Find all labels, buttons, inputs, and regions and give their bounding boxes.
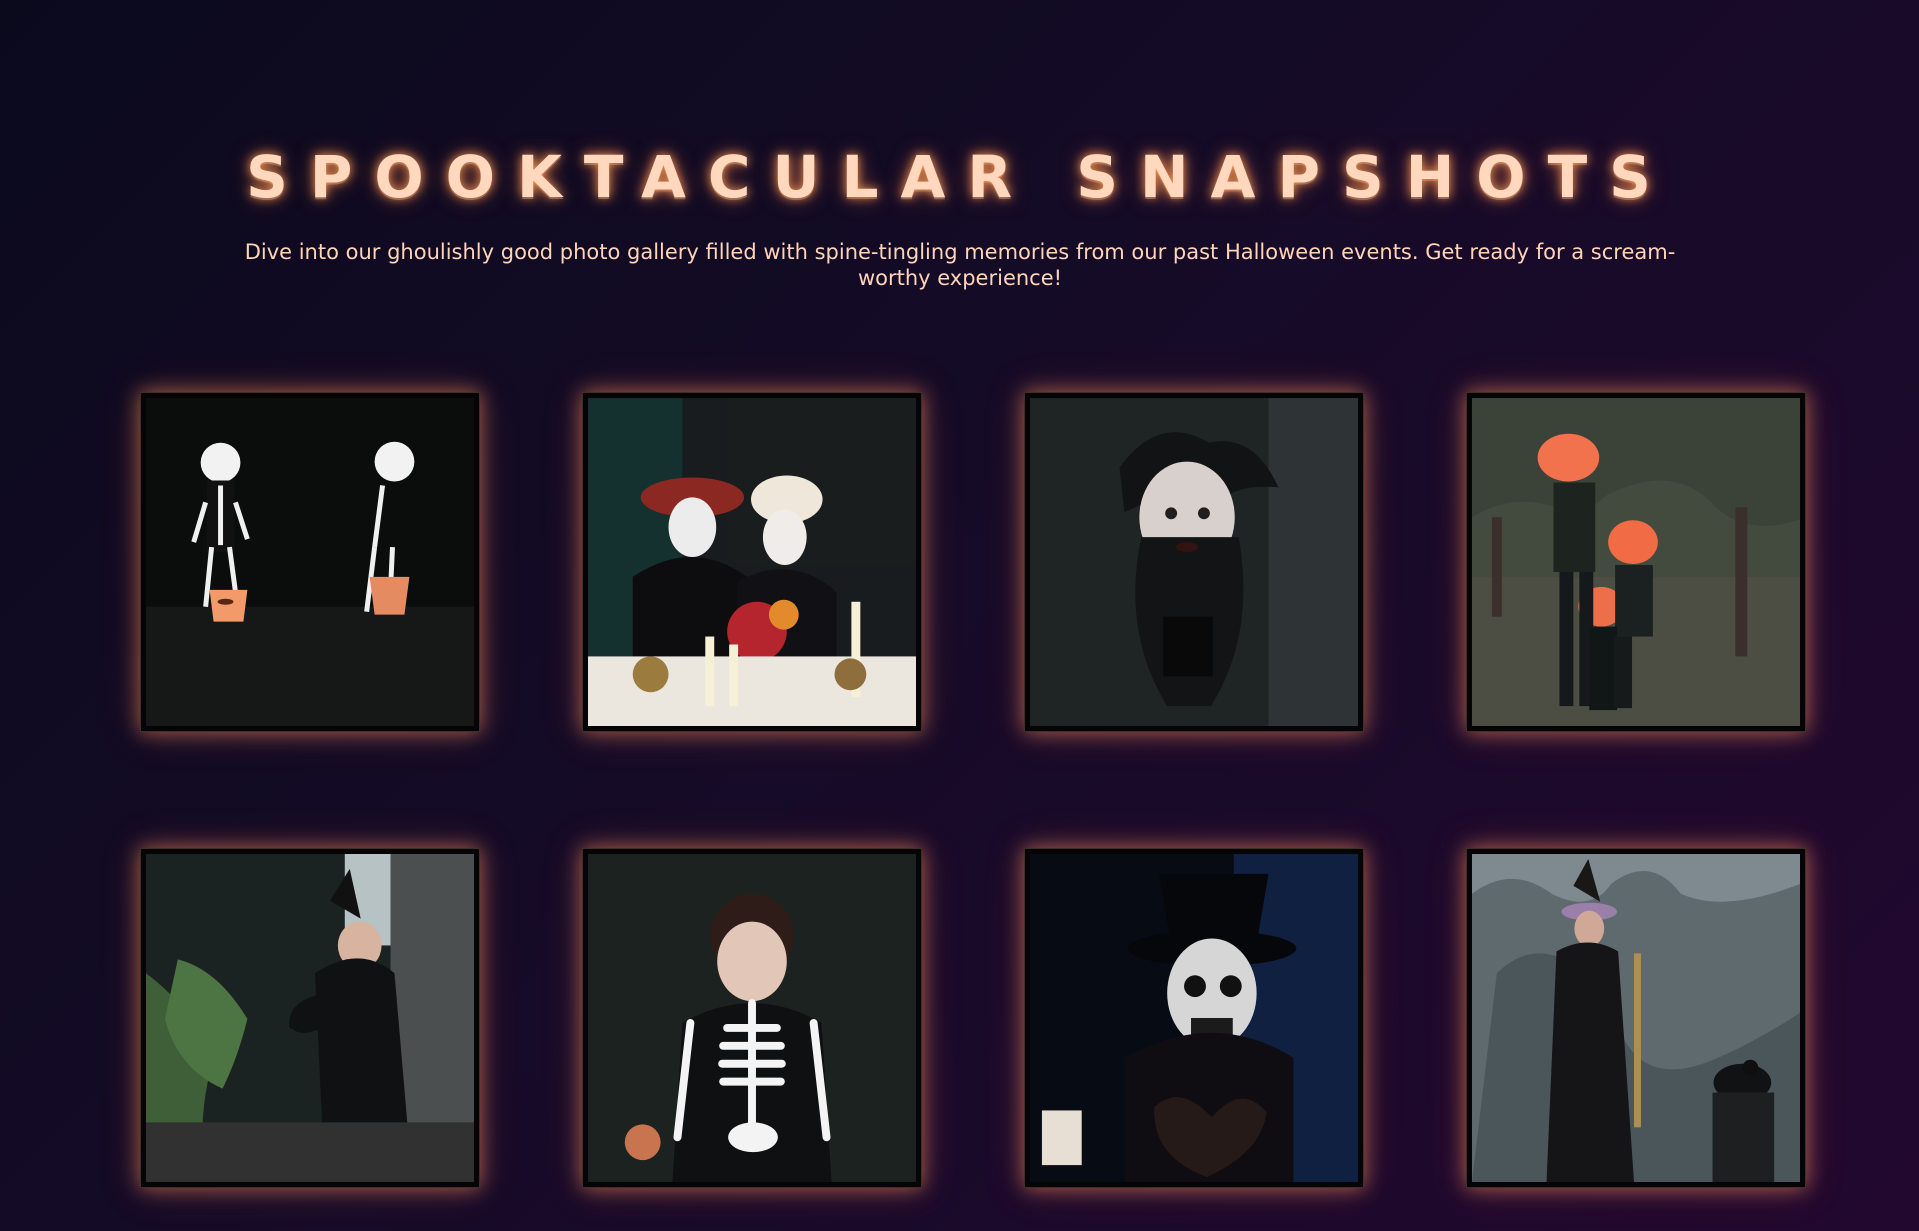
photo-image: [1472, 854, 1800, 1182]
gallery-photo-skeleton-kids[interactable]: [140, 392, 480, 732]
photo-image: [588, 854, 916, 1182]
gallery-photo-pumpkin-head-family[interactable]: [1466, 392, 1806, 732]
photo-image: [1030, 854, 1358, 1182]
photo-gallery: [140, 392, 1806, 1188]
photo-image: [1030, 398, 1358, 726]
page: SPOOKTACULAR SNAPSHOTS Dive into our gho…: [0, 0, 1919, 1231]
photo-image: [1472, 398, 1800, 726]
photo-image: [146, 854, 474, 1182]
photo-image: [588, 398, 916, 726]
page-subtitle: Dive into our ghoulishly good photo gall…: [244, 240, 1676, 290]
photo-image: [146, 398, 474, 726]
gallery-photo-girl-skeleton[interactable]: [582, 848, 922, 1188]
gallery-photo-witch-cauldron[interactable]: [1466, 848, 1806, 1188]
gallery-photo-day-of-dead-couple[interactable]: [582, 392, 922, 732]
gallery-photo-dark-crown-woman[interactable]: [1024, 392, 1364, 732]
page-title: SPOOKTACULAR SNAPSHOTS: [246, 142, 1673, 211]
gallery-photo-skull-top-hat[interactable]: [1024, 848, 1364, 1188]
gallery-photo-child-witch[interactable]: [140, 848, 480, 1188]
